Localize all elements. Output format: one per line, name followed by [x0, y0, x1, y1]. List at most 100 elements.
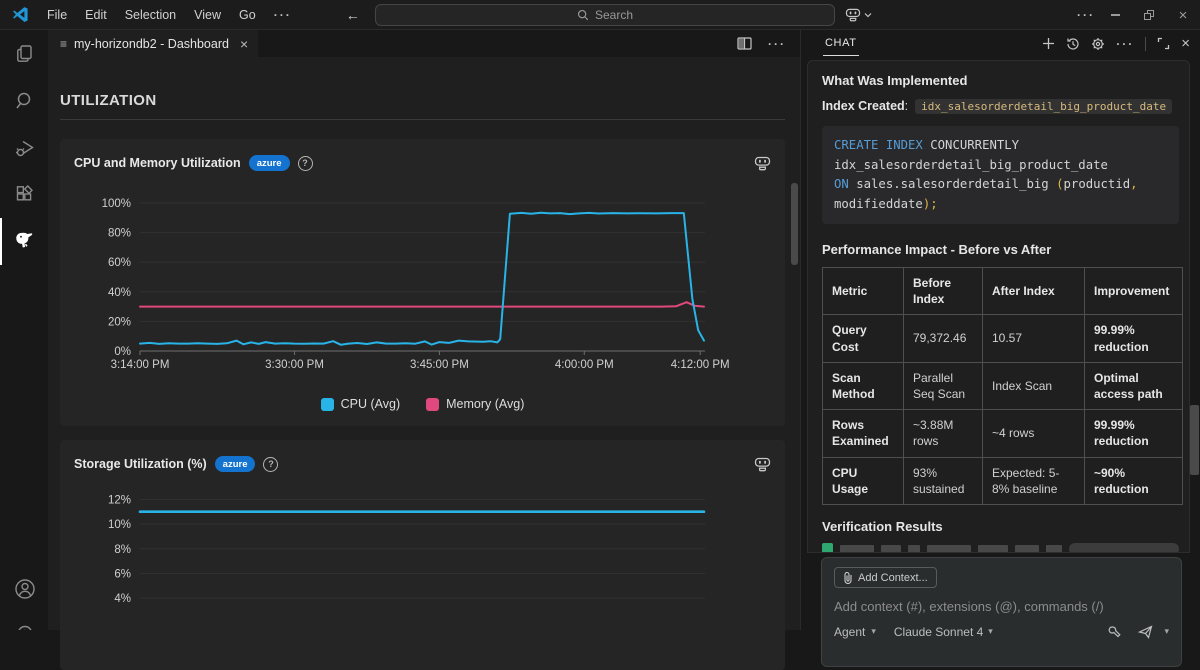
cpu-memory-card-title: CPU and Memory Utilization	[74, 156, 241, 170]
back-icon[interactable]: ←	[346, 7, 360, 23]
svg-text:3:14:00 PM: 3:14:00 PM	[111, 359, 170, 371]
copilot-icon[interactable]	[754, 156, 771, 171]
model-picker[interactable]: Claude Sonnet 4	[894, 625, 983, 639]
azure-badge: azure	[249, 155, 290, 171]
editor-more-icon[interactable]: ···	[768, 37, 786, 51]
chat-more-icon[interactable]: ···	[1116, 37, 1134, 51]
tools-icon[interactable]	[1107, 625, 1122, 639]
agent-mode-picker[interactable]: Agent	[834, 625, 865, 639]
extensions-icon[interactable]	[0, 171, 48, 218]
activity-bar	[0, 30, 48, 630]
svg-text:12%: 12%	[108, 494, 131, 506]
svg-text:10%: 10%	[108, 519, 131, 531]
chat-input-box[interactable]: Add Context... Add context (#), extensio…	[821, 557, 1182, 667]
check-icon	[822, 543, 833, 553]
performance-table: Metric Before Index After Index Improvem…	[822, 267, 1183, 505]
search-sidebar-icon[interactable]	[0, 77, 48, 124]
azure-badge: azure	[215, 456, 256, 472]
tab-bar: ≡ my-horizondb2 - Dashboard × ···	[48, 30, 800, 57]
chat-input-area: Add Context... Add context (#), extensio…	[801, 554, 1200, 630]
svg-text:0%: 0%	[114, 346, 131, 358]
svg-text:4:12:00 PM: 4:12:00 PM	[671, 359, 730, 371]
titlebar-more-icon[interactable]: ···	[1077, 0, 1095, 30]
account-icon[interactable]	[0, 565, 48, 612]
verification-item-clipped	[822, 543, 1179, 553]
add-context-button[interactable]: Add Context...	[834, 567, 937, 588]
svg-text:80%: 80%	[108, 228, 131, 240]
cpu-memory-card: CPU and Memory Utilization azure ? 0%20%…	[60, 139, 785, 426]
postgresql-elephant-icon[interactable]	[0, 218, 48, 265]
index-name-chip: idx_salesorderdetail_big_product_date	[915, 99, 1172, 114]
settings-gear-icon[interactable]	[1091, 37, 1105, 51]
chevron-down-icon: ▾	[1164, 626, 1169, 637]
divider	[1145, 37, 1146, 51]
run-debug-icon[interactable]	[0, 124, 48, 171]
cpu-swatch	[321, 398, 334, 411]
help-icon[interactable]: ?	[298, 156, 313, 171]
svg-text:8%: 8%	[114, 544, 131, 556]
maximize-panel-icon[interactable]	[1157, 37, 1170, 50]
chevron-down-icon	[864, 12, 872, 18]
table-header-row: Metric Before Index After Index Improvem…	[823, 268, 1183, 315]
tab-chat[interactable]: CHAT	[823, 32, 859, 56]
message-heading: What Was Implemented	[822, 73, 1179, 88]
settings-gear-icon[interactable]	[0, 612, 48, 630]
cpu-memory-chart: 0%20%40%60%80%100%3:14:00 PM3:30:00 PM3:…	[74, 181, 771, 382]
editor-region: ≡ my-horizondb2 - Dashboard × ··· UTILIZ…	[48, 30, 800, 630]
chat-header: CHAT ··· ×	[801, 30, 1200, 57]
menu-edit[interactable]: Edit	[77, 5, 115, 25]
paperclip-icon	[843, 572, 853, 584]
chat-input-placeholder[interactable]: Add context (#), extensions (@), command…	[834, 599, 1169, 614]
section-title: UTILIZATION	[60, 92, 785, 109]
close-panel-icon[interactable]: ×	[1181, 35, 1190, 52]
message-heading: Verification Results	[822, 519, 1179, 534]
menu-selection[interactable]: Selection	[117, 5, 184, 25]
section-divider	[60, 119, 785, 120]
copilot-icon[interactable]	[754, 457, 771, 472]
svg-text:3:30:00 PM: 3:30:00 PM	[265, 359, 324, 371]
menu-overflow-icon[interactable]: ···	[266, 5, 300, 25]
tab-dashboard[interactable]: ≡ my-horizondb2 - Dashboard ×	[48, 30, 258, 57]
help-icon[interactable]: ?	[263, 457, 278, 472]
titlebar: File Edit Selection View Go ··· ← → Sear…	[0, 0, 1200, 30]
history-icon[interactable]	[1066, 37, 1080, 51]
new-chat-icon[interactable]	[1042, 37, 1055, 50]
table-row: Query Cost 79,372.46 10.57 99.99% reduct…	[823, 315, 1183, 362]
svg-text:3:45:00 PM: 3:45:00 PM	[410, 359, 469, 371]
tab-title: my-horizondb2 - Dashboard	[74, 37, 229, 51]
tab-close-icon[interactable]: ×	[240, 36, 248, 52]
menu-file[interactable]: File	[39, 5, 75, 25]
restore-icon[interactable]	[1132, 0, 1166, 30]
memory-swatch	[426, 398, 439, 411]
vscode-logo-icon	[12, 6, 29, 23]
svg-text:40%: 40%	[108, 287, 131, 299]
menu-go[interactable]: Go	[231, 5, 264, 25]
storage-card: Storage Utilization (%) azure ? 4% 6% 8% 10…	[60, 440, 785, 670]
explorer-icon[interactable]	[0, 30, 48, 77]
command-center-search[interactable]: Search	[375, 4, 835, 26]
chat-scrollbar[interactable]	[1190, 405, 1199, 475]
menu-view[interactable]: View	[186, 5, 229, 25]
split-editor-icon[interactable]	[737, 37, 752, 50]
svg-text:100%: 100%	[102, 198, 131, 210]
editor-scrollbar[interactable]	[791, 183, 798, 265]
send-icon[interactable]	[1138, 625, 1154, 639]
chart-legend: CPU (Avg) Memory (Avg)	[74, 394, 771, 414]
svg-text:6%: 6%	[114, 568, 131, 580]
copilot-titlebar-button[interactable]	[845, 4, 872, 26]
storage-card-title: Storage Utilization (%)	[74, 457, 207, 471]
table-row: Scan Method Parallel Seq Scan Index Scan…	[823, 362, 1183, 409]
copilot-icon	[845, 8, 861, 22]
legend-memory: Memory (Avg)	[426, 397, 524, 411]
search-icon	[577, 9, 589, 21]
chat-message: What Was Implemented Index Created: idx_…	[807, 60, 1190, 553]
svg-text:4%: 4%	[114, 593, 131, 605]
dashboard-file-icon: ≡	[60, 37, 67, 51]
svg-text:60%: 60%	[108, 257, 131, 269]
chevron-down-icon: ▾	[988, 626, 993, 637]
close-window-icon[interactable]: ×	[1166, 0, 1200, 30]
chevron-down-icon: ▾	[871, 626, 876, 637]
menu-bar: File Edit Selection View Go ···	[39, 5, 300, 25]
minimize-icon[interactable]	[1098, 0, 1132, 30]
index-created-line: Index Created: idx_salesorderdetail_big_…	[822, 99, 1179, 113]
